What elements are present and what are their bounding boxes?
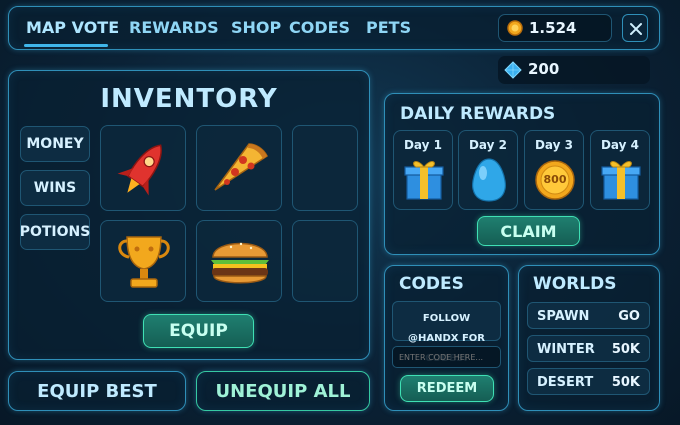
tab-pets[interactable]: PETS [366,18,411,37]
unequip-all-label: UNEQUIP ALL [215,380,351,402]
day-label: Day 2 [468,138,508,152]
unequip-all-button[interactable]: UNEQUIP ALL [196,371,370,411]
day-label: Day 3 [534,138,574,152]
world-name: DESERT [537,375,594,390]
coin-amount: 1.524 [529,19,577,37]
gift-icon [404,161,444,200]
equip-button[interactable]: EQUIP [143,314,254,348]
equip-best-label: EQUIP BEST [37,380,157,402]
world-action[interactable]: GO [618,309,640,324]
codes-message: FOLLOW @HANDX FOR CODES! [392,301,501,364]
world-name: SPAWN [537,309,590,324]
day-label: Day 1 [403,138,443,152]
pizza-icon [214,143,268,191]
world-row-spawn[interactable]: SPAWN GO [527,302,650,329]
inventory-slot[interactable] [100,125,186,211]
gem-counter: 200 [498,56,650,84]
claim-button[interactable]: CLAIM [477,216,580,246]
daily-rewards-title: DAILY REWARDS [400,104,556,124]
inventory-slot-empty[interactable] [292,220,358,302]
redeem-button[interactable]: REDEEM [400,375,494,402]
coin-reward-amount: 800 [543,173,567,186]
code-input[interactable] [392,346,501,368]
tab-codes[interactable]: CODES [289,18,350,37]
world-name: WINTER [537,342,595,357]
codes-title: CODES [399,274,464,294]
inventory-slot[interactable] [100,220,186,302]
world-row-desert[interactable]: DESERT 50K [527,368,650,395]
category-potions[interactable]: POTIONS [20,214,90,250]
world-action[interactable]: 50K [612,375,640,390]
daily-reward-day-3[interactable]: Day 3 800 [524,130,584,210]
coin-icon [507,20,523,36]
burger-icon [211,242,269,284]
day-label: Day 4 [600,138,640,152]
inventory-slot[interactable] [196,125,282,211]
daily-reward-day-4[interactable]: Day 4 [590,130,650,210]
category-money[interactable]: MONEY [20,126,90,162]
trophy-icon [118,236,170,288]
tab-map-vote[interactable]: MAP VOTE [26,18,119,37]
daily-reward-day-1[interactable]: Day 1 [393,130,453,210]
worlds-title: WORLDS [533,274,617,294]
inventory-title: INVENTORY [100,84,278,114]
equip-best-button[interactable]: EQUIP BEST [8,371,186,411]
tab-rewards[interactable]: REWARDS [129,18,219,37]
gem-icon [504,61,522,79]
category-wins[interactable]: WINS [20,170,90,206]
close-icon [630,23,642,35]
close-button[interactable] [622,14,648,42]
tab-shop[interactable]: SHOP [231,18,281,37]
coin-counter: 1.524 [498,14,612,42]
world-action[interactable]: 50K [612,342,640,357]
daily-reward-day-2[interactable]: Day 2 [458,130,518,210]
gem-amount: 200 [528,60,560,78]
inventory-slot[interactable] [196,220,282,302]
inventory-slot-empty[interactable] [292,125,358,211]
world-row-winter[interactable]: WINTER 50K [527,335,650,362]
gift-icon [601,161,641,200]
egg-icon [472,158,506,202]
active-tab-underline [24,44,108,47]
rocket-icon [117,144,162,196]
